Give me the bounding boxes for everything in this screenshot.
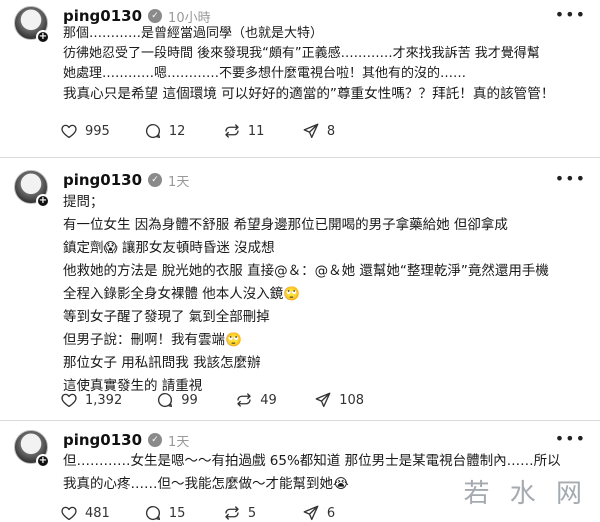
send-icon — [315, 392, 331, 408]
post-header: ping0130 ✓ 10小時 — [63, 6, 211, 26]
text-line: 他救她的方法是 脫光她的衣服 直接@＆：@＆她 還幫她“整理乾淨”竟然還用手機 — [63, 263, 549, 279]
comment-count: 99 — [181, 392, 198, 408]
comment-count: 12 — [168, 123, 186, 139]
send-icon — [303, 123, 319, 139]
action-bar: 481 15 5 6 — [60, 502, 381, 522]
plus-icon[interactable]: + — [36, 454, 50, 468]
repost-button[interactable]: 49 — [235, 391, 280, 409]
username[interactable]: ping0130 — [63, 431, 142, 449]
divider — [0, 157, 600, 158]
repost-count: 11 — [247, 123, 265, 139]
verified-icon: ✓ — [148, 173, 163, 187]
post-text: 那個…………是曾經當過同學（也就是大特） 彷彿她忍受了一段時間 後來發現我“頗有… — [63, 24, 586, 104]
send-icon — [303, 505, 319, 521]
plus-icon[interactable]: + — [36, 30, 50, 44]
action-bar: 1,392 99 49 108 — [60, 389, 398, 411]
timestamp[interactable]: 1天 — [168, 171, 189, 190]
divider — [0, 420, 600, 421]
post-header: ping0130 ✓ 1天 — [63, 170, 189, 190]
like-button[interactable]: 1,392 — [60, 391, 122, 409]
text-line: 等到女子醒了發現了 氣到全部刪掉 — [63, 309, 270, 325]
more-icon[interactable]: ••• — [555, 430, 586, 448]
repost-icon — [225, 124, 239, 138]
text-line: 有一位女生 因為身體不舒服 希望身邊那位已開喝的男子拿藥給她 但卻拿成 — [63, 217, 508, 233]
post-text: 提問； 有一位女生 因為身體不舒服 希望身邊那位已開喝的男子拿藥給她 但卻拿成 … — [63, 191, 586, 398]
like-button[interactable]: 481 — [60, 504, 110, 522]
repost-button[interactable]: 11 — [223, 122, 268, 140]
username[interactable]: ping0130 — [63, 171, 142, 189]
text-line: 提問； — [63, 194, 104, 210]
watermark: 若 水 网 — [463, 479, 588, 509]
action-bar: 995 12 11 8 — [60, 120, 381, 142]
like-count: 995 — [85, 123, 110, 139]
share-button[interactable]: 8 — [302, 122, 347, 140]
threads-feed: + ping0130 ✓ 10小時 ••• 那個…………是曾經當過同學（也就是大… — [0, 0, 600, 522]
text-line: 那位女子 用私訊問我 我該怎麼辦 — [63, 355, 261, 371]
text-line: 那個…………是曾經當過同學（也就是大特） — [63, 26, 324, 41]
text-line: 彷彿她忍受了一段時間 後來發現我“頗有”正義感…………才來找我訴苦 我才覺得幫 — [63, 46, 540, 61]
share-button[interactable]: 6 — [302, 504, 347, 522]
text-line: 我真心只是希望 這個環境 可以好好的適當的”尊重女性嗎？？拜託！真的該管管！ — [63, 86, 555, 102]
text-line: 全程入錄影全身女裸體 他本人沒入鏡🙄 — [63, 286, 301, 302]
repost-button[interactable]: 5 — [223, 504, 268, 522]
username[interactable]: ping0130 — [63, 7, 142, 25]
heart-icon — [61, 506, 77, 521]
comment-button[interactable]: 99 — [156, 391, 201, 409]
plus-icon[interactable]: + — [36, 194, 50, 208]
text-line: 但…………女生是嗯～～有拍過戲 65%都知道 那位男士是某電視台體制內……所以 — [63, 453, 561, 469]
repost-icon — [225, 506, 239, 520]
timestamp[interactable]: 1天 — [168, 431, 189, 450]
comment-button[interactable]: 15 — [144, 504, 189, 522]
comment-count: 15 — [168, 505, 186, 521]
heart-icon — [61, 393, 77, 408]
repost-icon — [237, 393, 251, 407]
comment-icon — [145, 123, 160, 139]
share-count: 108 — [339, 392, 365, 408]
repost-count: 5 — [247, 505, 257, 521]
more-icon[interactable]: ••• — [555, 170, 586, 188]
comment-button[interactable]: 12 — [144, 122, 189, 140]
share-button[interactable]: 108 — [314, 391, 364, 409]
comment-icon — [145, 505, 160, 521]
post-2[interactable]: + ping0130 ✓ 1天 ••• 提問； 有一位女生 因為身體不舒服 希望… — [0, 168, 600, 418]
like-button[interactable]: 995 — [60, 122, 110, 140]
heart-icon — [61, 124, 77, 139]
post-1[interactable]: + ping0130 ✓ 10小時 ••• 那個…………是曾經當過同學（也就是大… — [0, 4, 600, 154]
timestamp[interactable]: 10小時 — [168, 7, 211, 26]
comment-icon — [158, 392, 173, 408]
like-count: 1,392 — [85, 392, 123, 408]
post-header: ping0130 ✓ 1天 — [63, 430, 189, 450]
text-line: 但男子說：刪啊！我有雲端🙄 — [63, 332, 242, 348]
share-count: 6 — [326, 505, 336, 521]
verified-icon: ✓ — [148, 433, 163, 447]
more-icon[interactable]: ••• — [555, 6, 586, 24]
like-count: 481 — [85, 505, 110, 521]
text-line: 鎮定劑😱 讓那女友頓時昏迷 沒成想 — [63, 240, 275, 256]
text-line: 她處理…………嗯…………不要多想什麼電視台啦！其他有的沒的…… — [63, 66, 467, 81]
repost-count: 49 — [260, 392, 277, 408]
verified-icon: ✓ — [148, 9, 163, 23]
share-count: 8 — [326, 123, 336, 139]
